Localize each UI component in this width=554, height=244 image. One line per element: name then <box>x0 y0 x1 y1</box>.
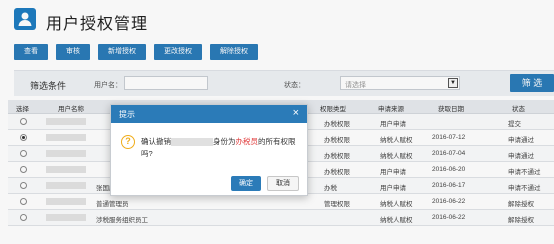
dialog-title: 提示 <box>119 110 135 119</box>
dialog-header: 提示 × <box>111 105 307 123</box>
close-icon[interactable]: × <box>293 107 299 119</box>
confirm-dialog: 提示 × ? 确认撤销 身份为办税员的所有权限吗? 确定 取消 <box>110 104 308 196</box>
dialog-message-role: 办税员 <box>235 137 259 146</box>
confirm-button[interactable]: 确定 <box>231 176 261 191</box>
dialog-message-prefix: 确认撤销 <box>141 137 171 146</box>
question-icon: ? <box>121 135 135 149</box>
dialog-message: 确认撤销 身份为办税员的所有权限吗? <box>141 136 301 160</box>
dialog-message-mid: 身份为 <box>213 137 236 146</box>
redacted-username <box>171 138 213 147</box>
cancel-button[interactable]: 取消 <box>267 176 299 191</box>
